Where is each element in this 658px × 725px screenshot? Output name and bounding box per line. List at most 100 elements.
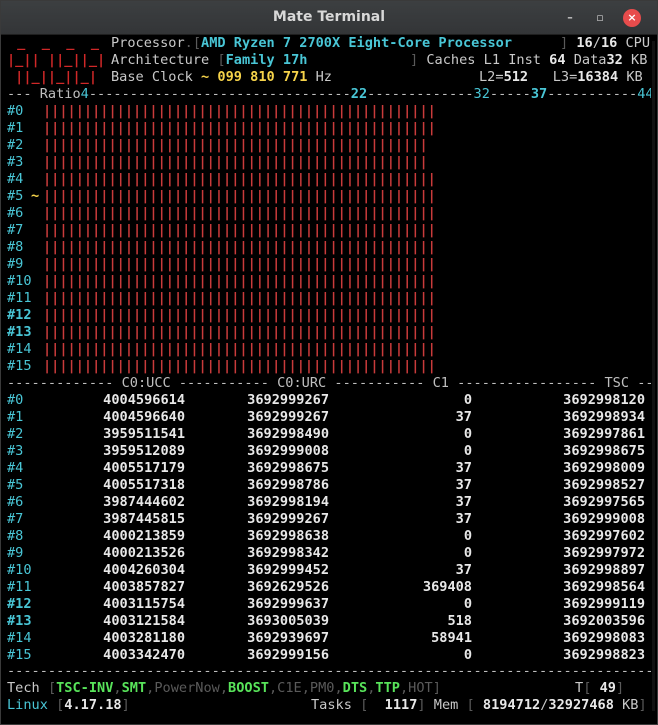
terminal-window: Mate Terminal – ▫ × _ _ _ _ |_|| ||_||_|… [0, 0, 658, 725]
ratio-core-label: #6 [7, 205, 24, 221]
ratio-mark-32: 32 [473, 86, 490, 102]
cpu-word: CPU [625, 35, 651, 51]
mem-unit: KB [622, 697, 639, 713]
data-label: Data [573, 52, 607, 68]
base-label: Base Clock [111, 69, 193, 85]
counter-core-label: #6 [7, 494, 24, 510]
counter-c1: 37 [455, 460, 472, 476]
ratio-bar: ||||||||||||||||||||||||||||||||||||||||… [43, 222, 436, 238]
counter-c0-ucc: 4003115754 [103, 596, 185, 612]
architecture-line: Architecture [Family 17h [111, 52, 308, 68]
counter-core-label: #0 [7, 392, 24, 408]
counter-tsc: 3692999008 [563, 511, 645, 527]
counter-tsc: 3692998823 [563, 647, 645, 663]
counter-c0-ucc: 4000213859 [103, 528, 185, 544]
ratio-bar: ||||||||||||||||||||||||||||||||||||||||… [43, 205, 436, 221]
counter-c0-urc: 3692999452 [247, 562, 329, 578]
counter-core-label: #2 [7, 426, 24, 442]
counter-core-label: #7 [7, 511, 24, 527]
ratio-bar: ||||||||||||||||||||||||||||||||||||||||… [43, 358, 436, 374]
ratio-mark-4: 4 [80, 86, 89, 102]
ratio-core-label: #2 [7, 137, 24, 153]
header-c0-ucc: C0:UCC [121, 375, 171, 391]
ratio-bar: ||||||||||||||||||||||||||||||||||||||||… [43, 324, 436, 340]
counter-c0-urc: 3692998786 [247, 477, 329, 493]
caches-line: ] Caches L1 Inst 64 Data32 KB [410, 52, 648, 68]
ratio-core-label: #5 [7, 188, 24, 204]
counter-c1: 0 [463, 443, 472, 459]
tasks-mem: Tasks [ 1117] Mem [ 8194712/32927468 KB] [311, 697, 647, 713]
counter-c0-urc: 3692939697 [247, 630, 329, 646]
counter-c0-urc: 3692998490 [247, 426, 329, 442]
counter-tsc: 3692997602 [563, 528, 645, 544]
ratio-core-label: #12 [7, 307, 32, 323]
temperature: T[ 49] [575, 680, 625, 696]
counter-tsc: 3692997565 [563, 494, 645, 510]
tasks-label: Tasks [311, 697, 352, 713]
l2-label: L2 [479, 69, 496, 85]
counter-c0-urc: 3692999156 [247, 647, 329, 663]
ratio-core-label: #10 [7, 273, 32, 289]
counter-core-label: #12 [7, 596, 32, 612]
terminal-content[interactable]: _ _ _ _ |_|| ||_||_| ||_||_||_| Processo… [7, 35, 651, 717]
counter-c0-urc: 3692629526 [247, 579, 329, 595]
counter-tsc: 3692998564 [563, 579, 645, 595]
maximize-icon[interactable]: ▫ [591, 9, 609, 27]
counter-c1: 37 [455, 494, 472, 510]
counter-c1: 369408 [422, 579, 472, 595]
ratio-bar: ||||||||||||||||||||||||||||||||||||||||… [43, 273, 436, 289]
counter-core-label: #15 [7, 647, 32, 663]
kb-unit: KB [631, 52, 648, 68]
counter-c0-ucc: 4003121584 [103, 613, 185, 629]
tech-item: PowerNow [154, 680, 220, 696]
title-bar[interactable]: Mate Terminal – ▫ × [1, 1, 657, 35]
counter-c0-ucc: 4003857827 [103, 579, 185, 595]
counter-c1: 37 [455, 511, 472, 527]
counter-tsc: 3692998083 [563, 630, 645, 646]
counter-c1: 0 [463, 426, 472, 442]
counter-c0-urc: 3692999267 [247, 409, 329, 425]
ratio-core-label: #13 [7, 324, 32, 340]
tech-line: Tech [TSC-INV,SMT,PowerNow,BOOST,C1E,PM0… [7, 680, 441, 696]
mem-used: 8194712 [482, 697, 541, 713]
cpu-count: ] 16/16 CPU [560, 35, 651, 51]
counter-c0-urc: 3692999267 [247, 392, 329, 408]
ratio-bar: ||||||||||||||||||||||||||||||||||||||||… [43, 154, 428, 170]
counter-tsc: 3692999119 [563, 596, 645, 612]
counter-c0-urc: 3693005039 [247, 613, 329, 629]
tech-item: C1E [277, 680, 302, 696]
ratio-bar: ||||||||||||||||||||||||||||||||||||||||… [43, 256, 436, 272]
counter-c0-urc: 3692998675 [247, 460, 329, 476]
tech-item: DTS [342, 680, 368, 696]
counter-c1: 37 [455, 409, 472, 425]
counter-core-label: #13 [7, 613, 32, 629]
ratio-bar: ||||||||||||||||||||||||||||||||||||||||… [43, 341, 436, 357]
counter-tsc: 3692998120 [563, 392, 645, 408]
close-icon[interactable]: × [623, 9, 641, 27]
ratio-core-label: #0 [7, 103, 24, 119]
counter-core-label: #8 [7, 528, 24, 544]
ratio-bar: ||||||||||||||||||||||||||||||||||||||||… [43, 137, 428, 153]
counter-c1: 0 [463, 392, 472, 408]
counter-tsc: 3692997972 [563, 545, 645, 561]
base-value: 099 810 771 [217, 69, 308, 85]
l1-inst: 64 [549, 52, 566, 68]
counter-c0-urc: 3692999637 [247, 596, 329, 612]
kernel-version: 4.17.18 [64, 697, 122, 713]
counter-core-label: #10 [7, 562, 32, 578]
ratio-core-label: #3 [7, 154, 24, 170]
counter-c0-ucc: 4000213526 [103, 545, 185, 561]
counter-core-label: #1 [7, 409, 24, 425]
window-title: Mate Terminal [272, 9, 386, 25]
minimize-icon[interactable]: – [561, 9, 579, 27]
temp-value: 49 [599, 680, 616, 696]
ratio-bar: ||||||||||||||||||||||||||||||||||||||||… [43, 239, 436, 255]
scrollbar[interactable] [652, 41, 655, 711]
counter-core-label: #11 [7, 579, 32, 595]
counter-tsc: 3692998897 [563, 562, 645, 578]
ratio-bar: ||||||||||||||||||||||||||||||||||||||||… [43, 188, 436, 204]
counter-c0-ucc: 3959512089 [103, 443, 185, 459]
arch-label: Architecture [111, 52, 210, 68]
ratio-mark-44: 44 [637, 86, 651, 102]
tech-item: TSC-INV [56, 680, 114, 696]
